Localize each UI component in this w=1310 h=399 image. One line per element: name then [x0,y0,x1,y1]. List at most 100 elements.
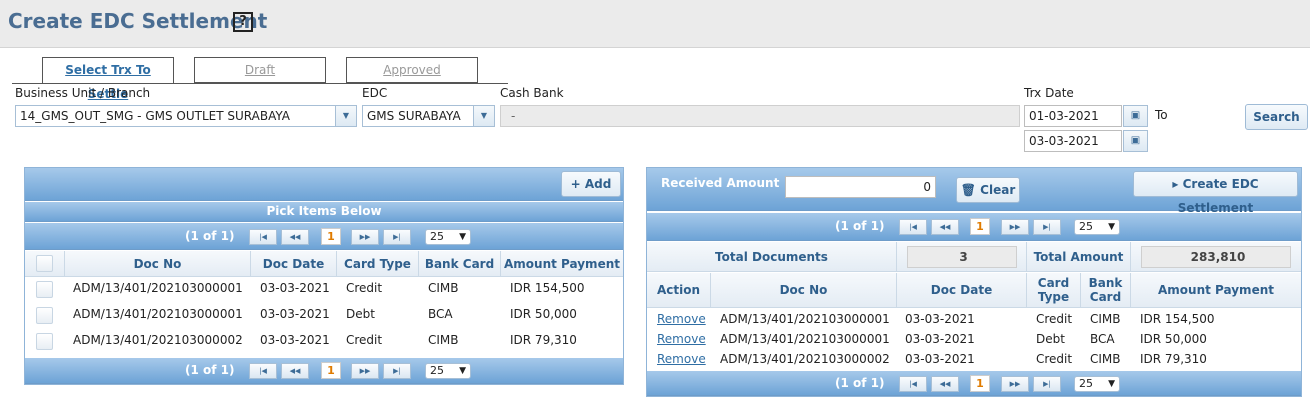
col-card-type[interactable]: Card Type [337,251,419,276]
first-page-icon[interactable]: |◀ [249,363,277,379]
page-size-select[interactable]: 25 ▼ [425,229,471,245]
page-size-select[interactable]: 25 ▼ [1074,376,1120,392]
prev-page-icon[interactable]: ◀◀ [281,229,309,245]
add-button[interactable]: + Add [561,171,621,197]
total-documents-value: 3 [906,245,1017,268]
amount-payment: IDR 50,000 [510,307,577,321]
current-page[interactable]: 1 [321,228,341,245]
edc-select[interactable]: GMS SURABAYA ▼ [362,105,495,127]
row-checkbox[interactable] [36,307,53,324]
chevron-down-icon: ▼ [1108,379,1115,389]
col-doc-date[interactable]: Doc Date [897,273,1027,307]
page-title: Create EDC Settlement [8,9,268,33]
pick-items-caption-bar: Pick Items Below [25,202,623,222]
amount-payment: IDR 154,500 [510,281,585,295]
right-table-header: Action Doc No Doc Date Card Type Bank Ca… [647,273,1301,308]
create-edc-settlement-button[interactable]: ▸ Create EDC Settlement [1133,171,1298,215]
first-page-icon[interactable]: |◀ [249,229,277,245]
cash-bank-field: - [500,105,1020,127]
pager-info: (1 of 1) [185,363,235,377]
next-page-icon[interactable]: ▶▶ [351,229,379,245]
last-page-icon[interactable]: ▶| [383,229,411,245]
page-size-value: 25 [1079,220,1093,233]
bank-card: CIMB [428,281,459,295]
received-amount-label: Received Amount [661,176,780,190]
calendar-icon[interactable]: ▣ [1123,130,1148,152]
col-amount-payment[interactable]: Amount Payment [501,251,623,276]
col-doc-no[interactable]: Doc No [711,273,897,307]
col-doc-no[interactable]: Doc No [65,251,251,276]
card-type: Credit [346,281,383,295]
next-page-icon[interactable]: ▶▶ [1001,376,1029,392]
doc-date: 03-03-2021 [260,307,330,321]
col-action[interactable]: Action [647,273,711,307]
card-type: Credit [1036,352,1073,366]
settlement-panel: Received Amount 0 🗑 Clear ▸ Create EDC S… [646,167,1302,397]
doc-no: ADM/13/401/202103000001 [720,312,890,326]
totals-row: Total Documents 3 Total Amount 283,810 [647,242,1301,272]
business-unit-select[interactable]: 14_GMS_OUT_SMG - GMS OUTLET SURABAYA ▼ [15,105,357,127]
chevron-down-icon: ▼ [473,106,494,126]
plus-icon: + [570,177,581,191]
last-page-icon[interactable]: ▶| [383,363,411,379]
last-page-icon[interactable]: ▶| [1033,219,1061,235]
next-page-icon[interactable]: ▶▶ [1001,219,1029,235]
current-page[interactable]: 1 [970,218,990,235]
calendar-icon[interactable]: ▣ [1123,105,1148,127]
col-bank-card[interactable]: Bank Card [419,251,501,276]
search-button[interactable]: Search [1245,104,1308,130]
total-amount-cell: 283,810 [1131,242,1301,271]
next-page-icon[interactable]: ▶▶ [351,363,379,379]
pager-info: (1 of 1) [835,219,885,233]
chevron-down-icon: ▼ [459,366,466,376]
col-doc-date[interactable]: Doc Date [251,251,337,276]
received-amount-input[interactable]: 0 [785,176,936,198]
right-pager-top: (1 of 1) |◀ ◀◀ 1 ▶▶ ▶| 25 ▼ [647,213,1301,241]
doc-no: ADM/13/401/202103000002 [73,333,243,347]
col-amount-payment[interactable]: Amount Payment [1131,273,1301,307]
tab-approved[interactable]: Approved [346,57,478,83]
current-page[interactable]: 1 [970,375,990,392]
row-checkbox[interactable] [36,333,53,350]
chevron-down-icon: ▼ [335,106,356,126]
right-toolbar: Received Amount 0 🗑 Clear ▸ Create EDC S… [647,168,1301,215]
amount-payment: IDR 154,500 [1140,312,1215,326]
select-all-checkbox[interactable] [36,255,53,272]
doc-no: ADM/13/401/202103000001 [73,281,243,295]
current-page[interactable]: 1 [321,362,341,379]
doc-no: ADM/13/401/202103000001 [73,307,243,321]
page-size-value: 25 [1079,377,1093,390]
page-size-select[interactable]: 25 ▼ [1074,219,1120,235]
page-size-select[interactable]: 25 ▼ [425,363,471,379]
card-type: Debt [346,307,375,321]
prev-page-icon[interactable]: ◀◀ [281,363,309,379]
card-type: Credit [1036,312,1073,326]
pager-info: (1 of 1) [835,376,885,390]
col-card-type[interactable]: Card Type [1027,273,1081,307]
first-page-icon[interactable]: |◀ [899,376,927,392]
tab-draft[interactable]: Draft [194,57,326,83]
tab-select-trx[interactable]: Select Trx To Settle [42,57,174,101]
date-from-input[interactable]: 01-03-2021 [1024,105,1122,127]
prev-page-icon[interactable]: ◀◀ [931,219,959,235]
doc-date: 03-03-2021 [260,281,330,295]
business-unit-value: 14_GMS_OUT_SMG - GMS OUTLET SURABAYA [20,109,290,123]
page-size-value: 25 [430,364,444,377]
date-to-input[interactable]: 03-03-2021 [1024,130,1122,152]
first-page-icon[interactable]: |◀ [899,219,927,235]
last-page-icon[interactable]: ▶| [1033,376,1061,392]
edc-value: GMS SURABAYA [367,109,461,123]
remove-link[interactable]: Remove [657,352,706,366]
help-icon[interactable]: ? [233,12,253,32]
right-pager-bottom: (1 of 1) |◀ ◀◀ 1 ▶▶ ▶| 25 ▼ [647,371,1301,396]
clear-button[interactable]: 🗑 Clear [956,177,1020,203]
remove-link[interactable]: Remove [657,332,706,346]
remove-link[interactable]: Remove [657,312,706,326]
doc-date: 03-03-2021 [260,333,330,347]
cash-bank-label: Cash Bank [500,86,564,100]
prev-page-icon[interactable]: ◀◀ [931,376,959,392]
col-bank-card[interactable]: Bank Card [1081,273,1131,307]
trx-date-label: Trx Date [1024,86,1074,100]
row-checkbox[interactable] [36,281,53,298]
total-documents-label: Total Documents [647,242,897,271]
